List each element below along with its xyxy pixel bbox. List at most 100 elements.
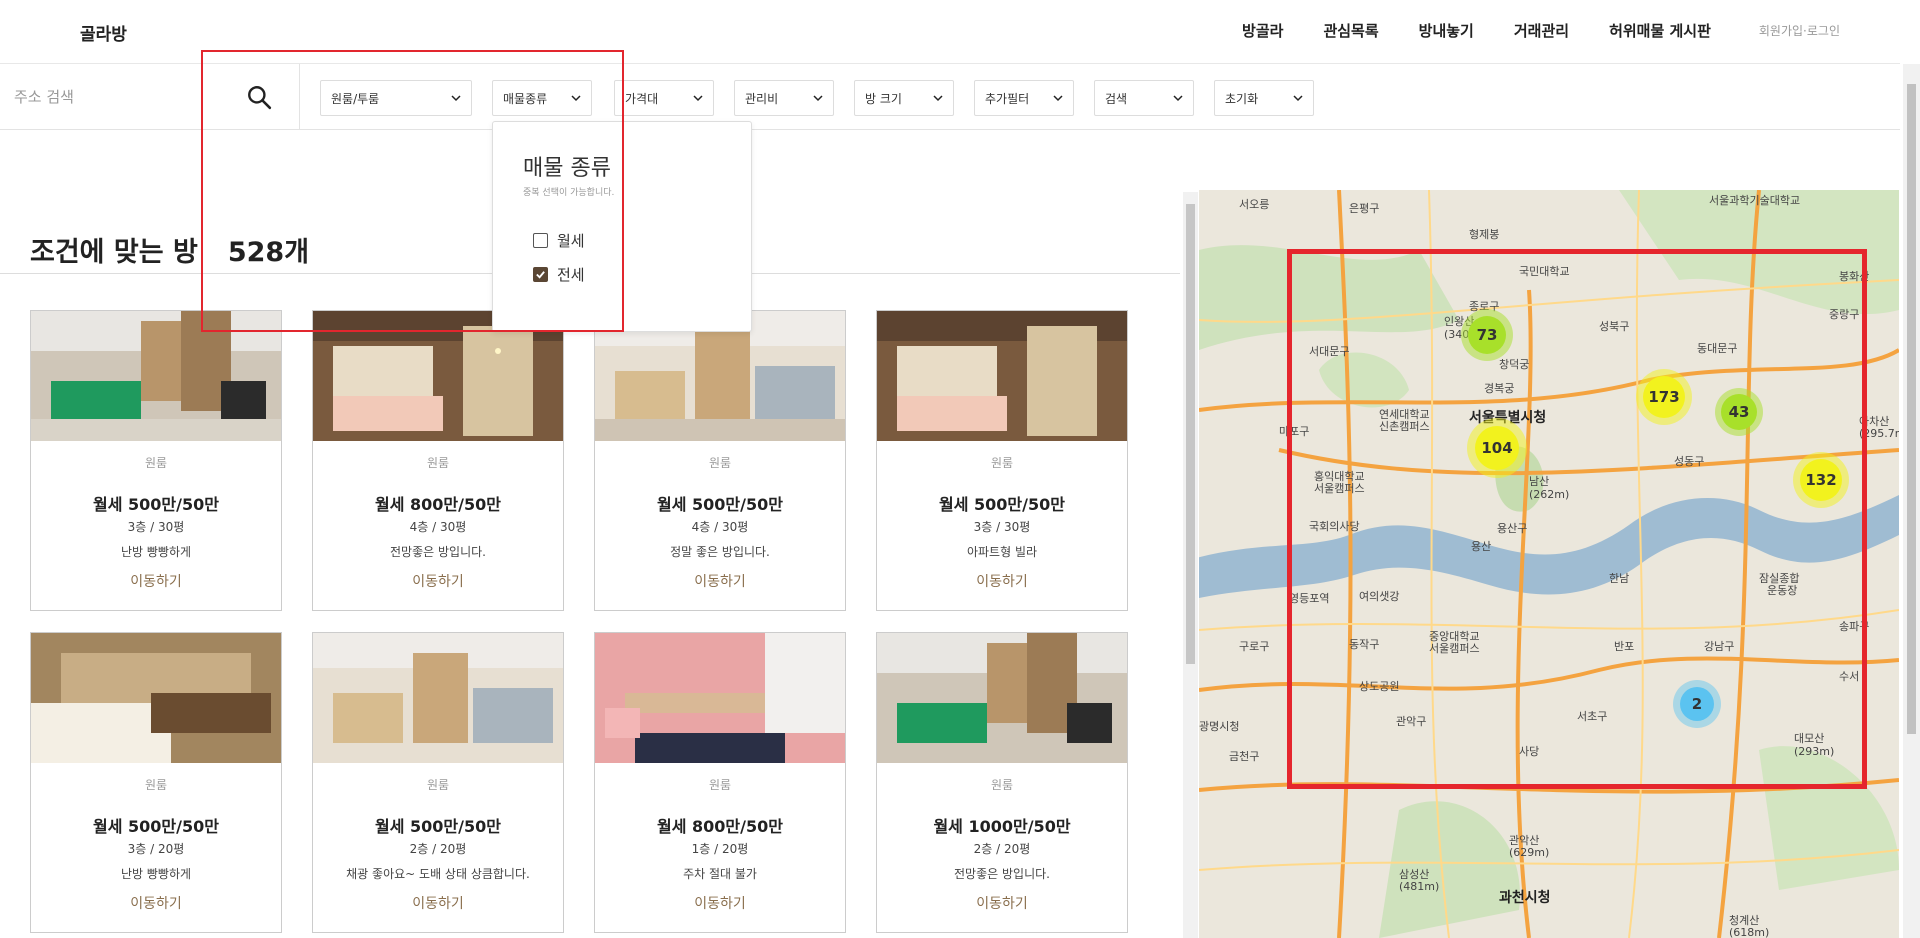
address-search-input[interactable] — [14, 84, 234, 110]
filter-label: 관리비 — [745, 91, 779, 106]
scrollbar-thumb[interactable] — [1186, 204, 1195, 664]
option-monthly-rent[interactable]: 월세 — [533, 230, 585, 251]
filter-additional[interactable]: 추가필터 — [974, 80, 1074, 116]
room-price: 월세 500만/50만 — [93, 495, 219, 514]
go-link[interactable]: 이동하기 — [313, 893, 563, 913]
room-photo — [31, 633, 281, 763]
auth-link[interactable]: 회원가입·로그인 — [1759, 22, 1840, 39]
chevron-down-icon — [1173, 95, 1183, 102]
nav-item-list-room[interactable]: 방내놓기 — [1419, 20, 1474, 41]
room-price: 월세 500만/50만 — [939, 495, 1065, 514]
filter-label: 추가필터 — [985, 91, 1030, 106]
result-heading: 조건에 맞는 방 528개 — [30, 230, 309, 269]
filter-room-size[interactable]: 방 크기 — [854, 80, 954, 116]
listing-card[interactable]: 원룸 월세 500만/50만 3층 / 30평 아파트형 빌라 이동하기 — [876, 310, 1128, 611]
address-search — [0, 64, 300, 130]
filter-dropdowns: 원룸/투룸 매물종류 가격대 관리비 방 크기 추가필터 검색 초기화 — [320, 80, 1334, 116]
go-link[interactable]: 이동하기 — [31, 893, 281, 913]
room-floor: 4층 / 30평 — [409, 520, 467, 534]
filter-maintenance-fee[interactable]: 관리비 — [734, 80, 834, 116]
room-photo — [595, 633, 845, 763]
go-link[interactable]: 이동하기 — [877, 893, 1127, 913]
checkbox-jeonse[interactable] — [533, 267, 548, 282]
room-price: 월세 800만/50만 — [375, 495, 501, 514]
result-label: 조건에 맞는 방 — [30, 237, 198, 268]
go-link[interactable]: 이동하기 — [595, 571, 845, 591]
room-price: 월세 800만/50만 — [657, 817, 783, 836]
filter-label: 원룸/투룸 — [331, 91, 380, 106]
chevron-down-icon — [693, 95, 703, 102]
filter-reset[interactable]: 초기화 — [1214, 80, 1314, 116]
go-link[interactable]: 이동하기 — [313, 571, 563, 591]
filter-price[interactable]: 가격대 — [614, 80, 714, 116]
go-link[interactable]: 이동하기 — [31, 571, 281, 591]
go-link[interactable]: 이동하기 — [877, 571, 1127, 591]
scrollbar-thumb[interactable] — [1907, 84, 1916, 734]
room-type: 원룸 — [426, 778, 450, 792]
listing-card[interactable]: 원룸 월세 500만/50만 3층 / 30평 난방 빵빵하게 이동하기 — [30, 310, 282, 611]
room-photo — [31, 311, 281, 441]
filter-label: 검색 — [1105, 91, 1128, 106]
room-floor: 2층 / 20평 — [409, 842, 467, 856]
main-nav: 방골라 관심목록 방내놓기 거래관리 허위매물 게시판 회원가입·로그인 — [1202, 20, 1840, 41]
page-scrollbar[interactable] — [1903, 64, 1920, 938]
svg-text:104: 104 — [1481, 439, 1512, 457]
listing-card[interactable]: 원룸 월세 800만/50만 1층 / 20평 주차 절대 불가 이동하기 — [594, 632, 846, 933]
room-price: 월세 500만/50만 — [657, 495, 783, 514]
filter-bar: 원룸/투룸 매물종류 가격대 관리비 방 크기 추가필터 검색 초기화 — [0, 64, 1900, 130]
listing-card[interactable]: 원룸 월세 500만/50만 3층 / 20평 난방 빵빵하게 이동하기 — [30, 632, 282, 933]
option-jeonse[interactable]: 전세 — [533, 264, 585, 285]
listing-card[interactable]: 원룸 월세 1000만/50만 2층 / 20평 전망좋은 방입니다. 이동하기 — [876, 632, 1128, 933]
site-logo[interactable]: 골라방 — [80, 20, 127, 45]
result-count: 528개 — [227, 237, 310, 268]
map-cluster-73[interactable]: 73 — [1461, 309, 1513, 361]
search-icon[interactable] — [246, 84, 272, 110]
room-type: 원룸 — [144, 456, 168, 470]
room-price: 월세 1000만/50만 — [933, 817, 1071, 836]
room-floor: 3층 / 30평 — [973, 520, 1031, 534]
listing-card[interactable]: 원룸 월세 500만/50만 2층 / 20평 채광 좋아요~ 도배 상태 상큼… — [312, 632, 564, 933]
room-photo — [877, 311, 1127, 441]
list-scrollbar[interactable] — [1183, 192, 1198, 938]
nav-item-transactions[interactable]: 거래관리 — [1514, 20, 1569, 41]
nav-item-favorites[interactable]: 관심목록 — [1323, 20, 1378, 41]
chevron-down-icon — [1293, 95, 1303, 102]
filter-label: 초기화 — [1225, 91, 1259, 106]
room-description: 난방 빵빵하게 — [120, 867, 192, 881]
room-floor: 3층 / 20평 — [127, 842, 185, 856]
room-type: 원룸 — [708, 456, 732, 470]
go-link[interactable]: 이동하기 — [595, 893, 845, 913]
nav-item-fake-listing-board[interactable]: 허위매물 게시판 — [1609, 20, 1711, 41]
filter-room-type[interactable]: 원룸/투룸 — [320, 80, 472, 116]
room-price: 월세 500만/50만 — [93, 817, 219, 836]
nav-item-browse[interactable]: 방골라 — [1242, 20, 1283, 41]
filter-search[interactable]: 검색 — [1094, 80, 1194, 116]
svg-text:73: 73 — [1477, 326, 1498, 344]
cluster-layer: 73 173 43 104 132 2 — [1461, 309, 1849, 728]
svg-text:173: 173 — [1648, 388, 1679, 406]
map-cluster-104[interactable]: 104 — [1467, 418, 1527, 478]
checkmark-icon — [536, 271, 545, 279]
svg-text:43: 43 — [1729, 403, 1750, 421]
seoul-map[interactable]: 서오릉 은평구 형제봉 국민대학교 종로구 인왕산 (340m) 창덕궁 성북구… — [1199, 190, 1899, 938]
room-type: 원룸 — [426, 456, 450, 470]
room-description: 채광 좋아요~ 도배 상태 상큼합니다. — [346, 867, 530, 881]
dropdown-hint: 중복 선택이 가능합니다. — [523, 188, 615, 198]
map-cluster-2[interactable]: 2 — [1673, 680, 1721, 728]
room-floor: 2층 / 20평 — [973, 842, 1031, 856]
map-cluster-43[interactable]: 43 — [1715, 388, 1763, 436]
map-cluster-132[interactable]: 132 — [1793, 452, 1849, 508]
top-header: 골라방 방골라 관심목록 방내놓기 거래관리 허위매물 게시판 회원가입·로그인 — [0, 0, 1900, 64]
map-cluster-173[interactable]: 173 — [1636, 369, 1692, 425]
listing-grid: 원룸 월세 500만/50만 3층 / 30평 난방 빵빵하게 이동하기 원룸 … — [30, 310, 1128, 933]
room-floor: 3층 / 30평 — [127, 520, 185, 534]
option-label: 전세 — [557, 266, 585, 284]
checkbox-monthly-rent[interactable] — [533, 233, 548, 248]
chevron-down-icon — [571, 95, 581, 102]
filter-listing-type[interactable]: 매물종류 — [492, 80, 592, 116]
room-description: 전망좋은 방입니다. — [390, 545, 486, 559]
svg-text:132: 132 — [1805, 471, 1836, 489]
listing-card[interactable]: 원룸 월세 800만/50만 4층 / 30평 전망좋은 방입니다. 이동하기 — [312, 310, 564, 611]
listing-card[interactable]: 원룸 월세 500만/50만 4층 / 30평 정말 좋은 방입니다. 이동하기 — [594, 310, 846, 611]
room-photo — [313, 633, 563, 763]
